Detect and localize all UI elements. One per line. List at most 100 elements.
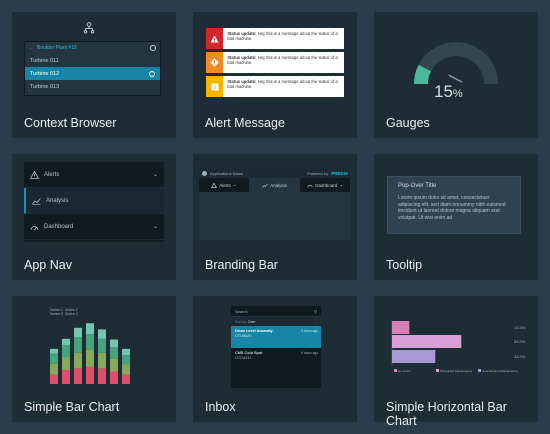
sort-direction-icon[interactable]: ↓	[315, 320, 317, 324]
target-icon[interactable]	[150, 45, 156, 51]
legend-swatch	[394, 369, 397, 372]
card-title: Tooltip	[386, 258, 423, 272]
bar-segment	[86, 366, 94, 384]
tooltip-preview: Pop-Over Title Lorem ipsum dolor sit ame…	[374, 154, 538, 252]
hbar-chart-preview: 13.3% 53.3% 33.3% No Action Scheduled Mainte…	[374, 296, 538, 394]
popover-title: Pop-Over Title	[398, 183, 437, 189]
app-name: Applications Name	[210, 170, 244, 176]
inbox-item[interactable]: CMS Cold Spot UTO4431 6 hours ago	[231, 348, 321, 370]
card-app-nav[interactable]: Alerts ⌄ Analysis Dashboard ⌄ App Nav	[12, 154, 176, 280]
hbar	[392, 350, 436, 363]
card-branding-bar[interactable]: Applications Name Powered by PREDIX Aler…	[193, 154, 357, 280]
dashboard-icon	[30, 225, 39, 230]
context-item[interactable]: Turbine 013	[25, 80, 160, 93]
legend-label: Scheduled Maintenance	[440, 369, 473, 373]
alert-triangle-icon	[30, 170, 39, 179]
legend-label: Unscheduled Maintenance	[482, 369, 518, 373]
nav-item-label: Dashboard	[44, 223, 74, 230]
inbox-item-selected[interactable]: Drum Level Anomaly UTO8420 3 hours ago	[231, 326, 321, 348]
context-browser-panel: ← Boulder Plant #15 Turbine 011 Turbine …	[24, 41, 161, 96]
bar-segment	[110, 358, 118, 372]
tab-analysis[interactable]: Analysis	[249, 178, 301, 192]
card-title: Simple Horizontal Bar Chart	[386, 400, 507, 428]
alert-item: Status update: Hey this is a message abo…	[206, 52, 344, 73]
bar-segment	[62, 370, 70, 384]
bar-segment	[50, 363, 58, 375]
chevron-down-icon: ⌄	[339, 182, 344, 187]
search-input[interactable]: Search	[235, 309, 248, 314]
bar-segment	[62, 338, 70, 345]
card-tooltip[interactable]: Pop-Over Title Lorem ipsum dolor sit ame…	[374, 154, 538, 280]
card-simple-bar-chart[interactable]: Series 1 Series 2 Series 3 Series 4 Simp…	[12, 296, 176, 422]
inbox-item-sub: UTO4431	[235, 356, 252, 360]
analysis-icon	[262, 183, 268, 188]
app-nav-preview: Alerts ⌄ Analysis Dashboard ⌄	[12, 154, 176, 252]
legend-swatch	[478, 369, 481, 372]
tab-alerts[interactable]: Alerts ⌄	[199, 178, 250, 192]
tab-label: Dashboard	[315, 182, 338, 188]
card-simple-horizontal-bar-chart[interactable]: 13.3% 53.3% 33.3% No Action Scheduled Mainte…	[374, 296, 538, 428]
card-context-browser[interactable]: ← Boulder Plant #15 Turbine 011 Turbine …	[12, 12, 176, 138]
bar-segment	[74, 327, 82, 338]
inbox-sort[interactable]: Sort by: Date ↓	[231, 317, 321, 326]
popover: Pop-Over Title Lorem ipsum dolor sit ame…	[387, 176, 521, 234]
nav-item-alerts[interactable]: Alerts ⌄	[24, 162, 164, 188]
bar-segment	[62, 345, 70, 358]
bar-segment	[122, 374, 130, 384]
alert-item: Status update: Hey this is a message abo…	[206, 28, 344, 49]
bar-segment	[74, 352, 82, 369]
gauge-needle	[448, 74, 463, 83]
sort-value[interactable]: Date	[248, 320, 255, 324]
bar-segment	[50, 348, 58, 354]
warning-icon	[206, 52, 224, 73]
legend-swatch	[436, 369, 439, 372]
alert-item: Status update: Hey this is a message abo…	[206, 76, 344, 97]
bar-segment	[122, 364, 130, 375]
card-inbox[interactable]: Search ⚲ Sort by: Date ↓ Drum Level Anom…	[193, 296, 357, 422]
bar-segment	[110, 347, 118, 359]
bar-segment	[86, 334, 94, 350]
bar-chart-preview: Series 1 Series 2 Series 3 Series 4	[12, 296, 176, 394]
dashboard-icon	[307, 184, 313, 187]
context-browser-header[interactable]: ← Boulder Plant #15	[25, 42, 160, 54]
nav-item-analysis[interactable]: Analysis	[24, 188, 164, 214]
bar-segment	[122, 355, 130, 365]
card-title: Simple Bar Chart	[24, 400, 120, 414]
inbox-item-sub: UTO8420	[235, 334, 252, 338]
card-gauges[interactable]: 15% Gauges	[374, 12, 538, 138]
inbox-item-date: 3 hours ago	[301, 329, 318, 333]
hierarchy-icon	[83, 22, 95, 34]
bar-segment	[86, 323, 94, 335]
bar-segment	[74, 368, 82, 384]
context-browser-header-label: Boulder Plant #15	[37, 45, 77, 51]
card-title: Branding Bar	[205, 258, 278, 272]
tab-dashboard[interactable]: Dashboard ⌄	[300, 178, 352, 192]
inbox-search[interactable]: Search ⚲	[231, 306, 321, 317]
nav-item-label: Analysis	[46, 197, 69, 204]
bar-segment	[74, 337, 82, 353]
hbar	[392, 335, 462, 348]
context-item-selected[interactable]: Turbine 012	[25, 67, 160, 80]
nav-item-label: Alerts	[44, 171, 60, 178]
bar-segment	[98, 329, 106, 339]
card-alert-message[interactable]: Status update: Hey this is a message abo…	[193, 12, 357, 138]
chevron-down-icon: ⌄	[232, 182, 237, 187]
card-title: Inbox	[205, 400, 236, 414]
bar-segment	[98, 368, 106, 384]
bar-segment	[98, 352, 106, 369]
nav-item-dashboard[interactable]: Dashboard ⌄	[24, 214, 164, 240]
target-icon[interactable]	[149, 70, 155, 77]
context-item-label: Turbine 011	[30, 57, 59, 64]
search-icon[interactable]: ⚲	[314, 309, 317, 314]
hbar-value-label: 13.3%	[514, 325, 526, 330]
card-title: Alert Message	[205, 116, 285, 130]
stacked-bar-chart	[50, 323, 130, 384]
card-title: Gauges	[386, 116, 430, 130]
context-item[interactable]: Turbine 011	[25, 54, 160, 67]
gauges-preview: 15%	[374, 12, 538, 110]
hbar	[392, 321, 410, 334]
context-item-label: Turbine 013	[30, 83, 60, 90]
chevron-down-icon: ⌄	[152, 224, 158, 230]
sort-label: Sort by:	[235, 319, 248, 324]
back-arrow-icon[interactable]: ←	[29, 45, 34, 51]
